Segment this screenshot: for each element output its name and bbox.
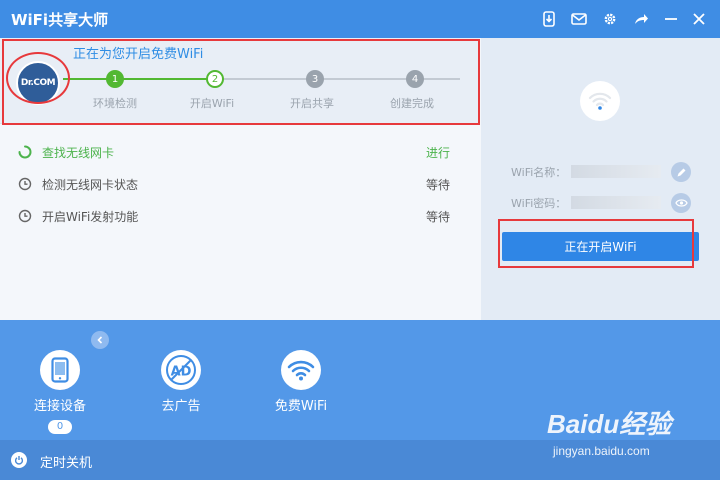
clock-icon <box>18 177 32 191</box>
edit-name-button[interactable] <box>671 162 691 182</box>
task-status: 进行 <box>425 146 450 160</box>
task-row-2: 检测无线网卡状态 等待 <box>18 174 458 194</box>
tool-label: 连接设备 <box>33 399 86 414</box>
tool-label: 免费WiFi <box>274 399 328 414</box>
wifi-status-icon <box>580 81 620 121</box>
title-bar: WiFi共享大师 <box>0 0 720 38</box>
download-icon[interactable] <box>539 9 559 29</box>
collapse-button[interactable] <box>91 331 109 349</box>
logo-highlight-oval <box>6 52 70 104</box>
chevron-left-icon <box>97 336 103 344</box>
power-icon[interactable] <box>11 452 27 468</box>
device-count-badge: 0 <box>48 420 72 434</box>
wifi-password-label: WiFi密码： <box>511 197 567 210</box>
task-label: 检测无线网卡状态 <box>42 178 139 192</box>
step-highlight-box <box>2 39 480 125</box>
button-highlight-box <box>498 219 694 268</box>
wifi-info-panel: WiFi名称： WiFi密码： 正在开启WiFi <box>481 38 720 320</box>
task-row-1: 查找无线网卡 进行 <box>18 142 458 162</box>
wifi-name-row: WiFi名称： <box>511 162 691 182</box>
minimize-icon[interactable] <box>661 9 681 29</box>
tool-free-wifi[interactable]: 免费WiFi <box>256 350 346 414</box>
share-icon[interactable] <box>631 9 651 29</box>
wifi-password-value <box>571 196 661 209</box>
task-status: 等待 <box>425 178 450 192</box>
task-row-3: 开启WiFi发射功能 等待 <box>18 206 458 226</box>
watermark-logo: Baidu经验 <box>547 409 672 439</box>
task-label: 开启WiFi发射功能 <box>42 210 139 224</box>
ad-block-icon: AD <box>161 350 201 390</box>
pencil-icon <box>677 168 685 176</box>
tool-label: 去广告 <box>161 399 201 414</box>
baidu-watermark: Baidu经验 jingyan.baidu.com <box>547 396 717 468</box>
scheduled-shutdown-label[interactable]: 定时关机 <box>40 452 92 471</box>
toggle-password-button[interactable] <box>671 193 691 213</box>
tool-connected-devices[interactable]: 连接设备 0 <box>15 350 105 434</box>
phone-icon <box>40 350 80 390</box>
app-title: WiFi共享大师 <box>11 11 109 29</box>
wifi-password-row: WiFi密码： <box>511 193 691 213</box>
gear-icon[interactable] <box>600 9 620 29</box>
clock-icon <box>18 209 32 223</box>
wifi-name-label: WiFi名称： <box>511 166 567 179</box>
tool-ad-block[interactable]: AD 去广告 <box>136 350 226 414</box>
watermark-url: jingyan.baidu.com <box>553 444 650 458</box>
eye-icon <box>674 199 688 207</box>
wifi-name-value <box>571 165 661 178</box>
mail-icon[interactable] <box>569 9 589 29</box>
wifi-icon <box>281 350 321 390</box>
close-icon[interactable] <box>689 9 709 29</box>
task-status: 等待 <box>425 210 450 224</box>
task-label: 查找无线网卡 <box>42 146 115 160</box>
spinner-icon <box>18 145 32 159</box>
